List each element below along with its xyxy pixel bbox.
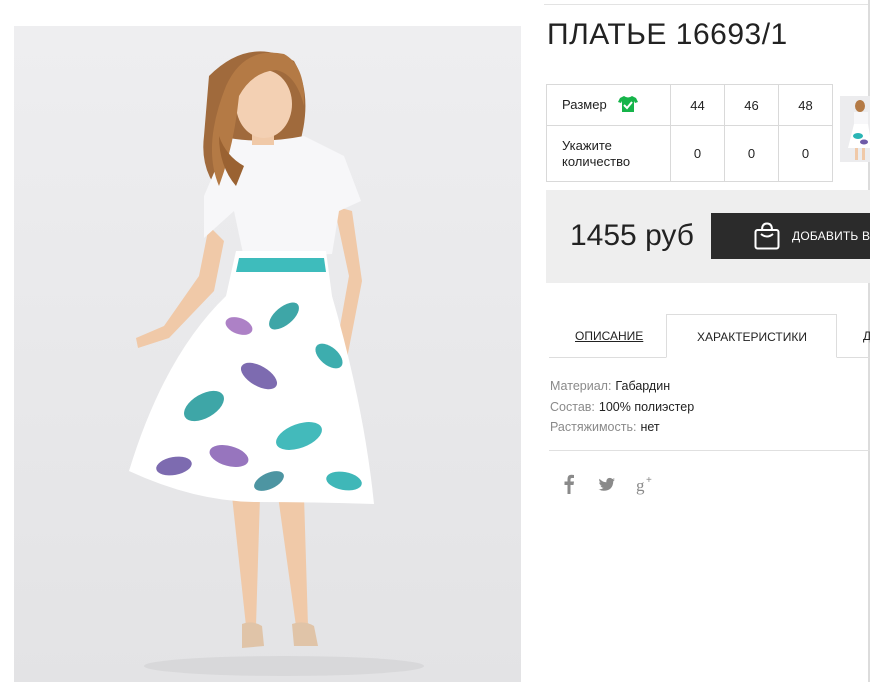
tab-characteristics[interactable]: Характеристики xyxy=(666,314,837,358)
size-label: Размер xyxy=(562,96,607,112)
size-48: 48 xyxy=(778,84,833,126)
google-plus-icon[interactable]: g + xyxy=(636,474,656,496)
spec-stretch: Растяжимость: нет xyxy=(550,417,694,438)
quantity-label-line2: количество xyxy=(562,153,631,169)
section-divider xyxy=(549,450,870,451)
size-44: 44 xyxy=(670,84,725,126)
spec-key: Растяжимость: xyxy=(550,420,637,434)
product-image[interactable] xyxy=(14,26,521,682)
shopping-bag-icon xyxy=(754,222,780,255)
product-price: 1455 руб xyxy=(570,219,694,252)
tab-delivery-label: Д xyxy=(863,329,870,343)
top-divider xyxy=(544,4,870,5)
product-thumbnail[interactable] xyxy=(840,96,870,162)
characteristics-list: Материал: Габардин Состав: 100% полиэстер … xyxy=(550,376,694,438)
spec-value: 100% полиэстер xyxy=(598,399,695,414)
tab-characteristics-label: Характеристики xyxy=(697,330,808,344)
quantity-input-48[interactable]: 0 xyxy=(778,125,833,182)
spec-key: Материал: xyxy=(550,379,612,393)
tab-description[interactable]: Описание xyxy=(549,314,666,358)
spec-material: Материал: Габардин xyxy=(550,376,694,397)
size-46: 46 xyxy=(724,84,779,126)
price-panel: 1455 руб ДОБАВИТЬ В xyxy=(546,190,870,283)
spec-value: нет xyxy=(640,420,660,434)
quantity-input-44[interactable]: 0 xyxy=(670,125,725,182)
spec-value: Габардин xyxy=(615,379,671,393)
svg-text:g: g xyxy=(636,476,645,495)
quantity-label: Укажите количество xyxy=(546,125,671,182)
quantity-input-46[interactable]: 0 xyxy=(724,125,779,182)
quantity-label-line1: Укажите xyxy=(562,137,612,153)
product-tabs: Описание Характеристики Д xyxy=(549,314,870,358)
facebook-icon[interactable] xyxy=(563,474,575,496)
spec-composition: Состав: 100% полиэстер xyxy=(550,397,694,418)
tab-description-label: Описание xyxy=(575,329,644,343)
add-to-cart-button[interactable]: ДОБАВИТЬ В xyxy=(711,213,870,259)
tab-delivery[interactable]: Д xyxy=(863,314,870,358)
shirt-check-icon[interactable] xyxy=(618,95,639,116)
twitter-icon[interactable] xyxy=(598,474,616,496)
spec-key: Состав: xyxy=(550,399,595,414)
size-label-cell: Размер xyxy=(546,84,671,126)
size-table: Размер 44 46 48 Укажите количество 0 0 0 xyxy=(546,84,833,182)
add-to-cart-label: ДОБАВИТЬ В xyxy=(792,229,870,243)
svg-text:+: + xyxy=(646,475,652,486)
product-title: ПЛАТЬЕ 16693/1 xyxy=(547,18,788,51)
